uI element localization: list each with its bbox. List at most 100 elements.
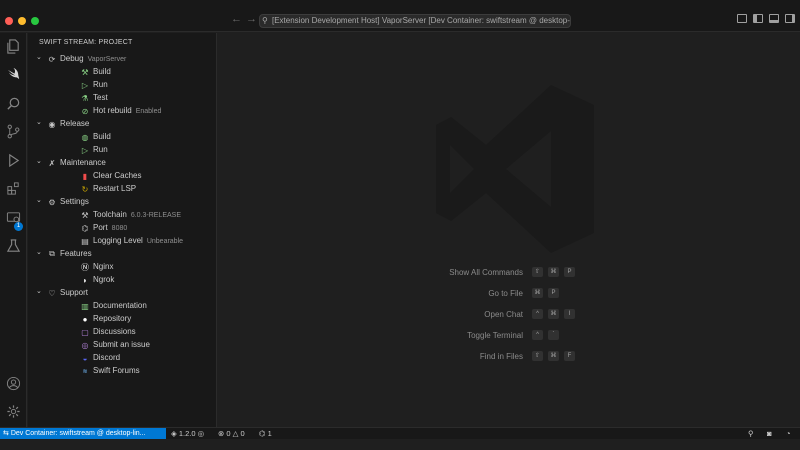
- keycap: ⌘: [548, 309, 559, 319]
- copilot-icon[interactable]: ◙: [767, 428, 772, 439]
- testing-icon[interactable]: [6, 238, 21, 253]
- tree-item-debug-test[interactable]: ⚗ Test: [28, 92, 217, 105]
- title-bar: ← → ⚲ [Extension Development Host] Vapor…: [0, 0, 800, 32]
- maximize-window-button[interactable]: [31, 17, 39, 25]
- swift-stream-icon[interactable]: [6, 67, 21, 82]
- accounts-icon[interactable]: [6, 376, 21, 391]
- forward-arrow-icon[interactable]: →: [246, 13, 257, 25]
- item-label: Repository: [93, 314, 132, 323]
- close-window-button[interactable]: [5, 17, 13, 25]
- notifications-bell-icon[interactable]: ◔: [786, 428, 791, 439]
- source-control-icon[interactable]: [6, 124, 21, 139]
- toggle-sidebar-icon[interactable]: [753, 14, 763, 23]
- manage-gear-icon[interactable]: [6, 404, 21, 419]
- chevron-down-icon: ⌄: [36, 197, 42, 204]
- shortcut-label: Open Chat: [484, 310, 523, 319]
- extensions-icon: ⧉: [49, 249, 55, 258]
- book-icon: ▥: [81, 301, 89, 311]
- item-label: Build: [93, 132, 111, 141]
- extensions-icon[interactable]: [6, 181, 21, 196]
- tree-item-port[interactable]: ⌬ Port 8080: [28, 222, 217, 235]
- chevron-down-icon: ⌄: [36, 158, 42, 165]
- group-label: Features: [60, 249, 92, 258]
- tree-item-discord[interactable]: ◒ Discord: [28, 352, 217, 365]
- tree-group-release[interactable]: ⌄ ◉ Release: [28, 118, 217, 131]
- item-label: Toolchain: [93, 210, 127, 219]
- problems-item[interactable]: ⊗ 0 △ 0: [218, 428, 245, 439]
- item-description: 8080: [111, 225, 128, 232]
- group-label: Release: [60, 119, 90, 128]
- keycap: ⇧: [532, 267, 543, 277]
- tree-group-debug[interactable]: ⌄ ⟳ Debug VaporServer: [28, 53, 217, 66]
- explorer-icon[interactable]: [6, 39, 21, 54]
- debug-icon: ⟳: [48, 54, 56, 64]
- shortcut-go-to-file[interactable]: Go to File ⌘ P: [408, 288, 708, 300]
- tree-item-repository[interactable]: ● Repository: [28, 313, 217, 326]
- tree-item-documentation[interactable]: ▥ Documentation: [28, 300, 217, 313]
- swift-stream-sidebar: SWIFT STREAM: PROJECT ⌄ ⟳ Debug VaporServ…: [28, 33, 217, 427]
- tree-item-toolchain[interactable]: ⚒ Toolchain 6.0.3-RELEASE: [28, 209, 217, 222]
- port-icon: ⌬: [81, 223, 89, 233]
- customize-layout-icon[interactable]: [737, 14, 747, 23]
- remote-explorer-icon[interactable]: [6, 210, 21, 225]
- shortcut-label: Toggle Terminal: [467, 331, 523, 340]
- layout-controls: [737, 14, 795, 23]
- keycap: I: [564, 309, 575, 319]
- ports-item[interactable]: ⌬ 1: [259, 428, 272, 439]
- toggle-panel-icon[interactable]: [769, 14, 779, 23]
- issue-icon: ◎: [81, 340, 89, 350]
- tree-item-ngrok[interactable]: ◗ Ngrok: [28, 274, 217, 287]
- tree-item-release-build[interactable]: ◍ Build: [28, 131, 217, 144]
- shortcut-find-in-files[interactable]: Find in Files ⇧ ⌘ F: [408, 351, 708, 363]
- comments-icon: ▢: [81, 327, 89, 337]
- tree-group-features[interactable]: ⌄ ⧉ Features: [28, 248, 217, 261]
- vscode-watermark-icon: [436, 85, 594, 253]
- version-item[interactable]: ◈ 1.2.0 ◎: [171, 428, 204, 439]
- tree-item-logging-level[interactable]: ▤ Logging Level Unbearable: [28, 235, 217, 248]
- item-label: Port: [93, 223, 108, 232]
- back-arrow-icon[interactable]: ←: [231, 13, 242, 25]
- remote-indicator[interactable]: ⇆ Dev Container: swiftstream @ desktop-l…: [0, 428, 166, 439]
- tree-item-nginx[interactable]: Ⓝ Nginx: [28, 261, 217, 274]
- tree-item-debug-build[interactable]: ⚒ Build: [28, 66, 217, 79]
- restart-icon: ↻: [81, 184, 89, 194]
- item-label: Documentation: [93, 301, 147, 310]
- shortcut-open-chat[interactable]: Open Chat ^ ⌘ I: [408, 309, 708, 321]
- tree-item-debug-run[interactable]: ▷ Run: [28, 79, 217, 92]
- tree-item-restart-lsp[interactable]: ↻ Restart LSP: [28, 183, 217, 196]
- zoom-icon[interactable]: ⚲: [748, 428, 754, 439]
- tree-item-submit-issue[interactable]: ◎ Submit an issue: [28, 339, 217, 352]
- tree-item-swift-forums[interactable]: ≋ Swift Forums: [28, 365, 217, 378]
- keycap: ⌘: [548, 267, 559, 277]
- item-label: Discord: [93, 353, 121, 362]
- tree-item-clear-caches[interactable]: ▮ Clear Caches: [28, 170, 217, 183]
- tree-group-maintenance[interactable]: ⌄ ✗ Maintenance: [28, 157, 217, 170]
- warning-icon: △: [232, 429, 241, 438]
- watch-icon: ◎: [195, 429, 205, 438]
- bottom-spacer: [0, 439, 800, 450]
- item-label: Test: [93, 93, 108, 102]
- ports-icon: ⌬: [259, 429, 268, 438]
- tree-group-support[interactable]: ⌄ ♡ Support: [28, 287, 217, 300]
- eye-icon: ◉: [48, 119, 56, 129]
- toggle-secondary-sidebar-icon[interactable]: [785, 14, 795, 23]
- item-label: Logging Level: [93, 236, 143, 245]
- editor-area[interactable]: Show All Commands ⇧ ⌘ P Go to File ⌘ P O…: [218, 33, 800, 427]
- tools-icon: ✗: [48, 158, 56, 168]
- shortcut-label: Go to File: [488, 289, 523, 298]
- log-icon: ▤: [81, 236, 89, 246]
- vscode-window: ← → ⚲ [Extension Development Host] Vapor…: [0, 0, 800, 450]
- minimize-window-button[interactable]: [18, 17, 26, 25]
- tree-item-hot-rebuild[interactable]: ⊘ Hot rebuild Enabled: [28, 105, 217, 118]
- tree-group-settings[interactable]: ⌄ ⚙ Settings: [28, 196, 217, 209]
- shortcut-toggle-terminal[interactable]: Toggle Terminal ^ `: [408, 330, 708, 342]
- hammer-icon: ⚒: [81, 67, 89, 77]
- shortcut-show-all-commands[interactable]: Show All Commands ⇧ ⌘ P: [408, 267, 708, 279]
- tree-item-discussions[interactable]: ▢ Discussions: [28, 326, 217, 339]
- tree-item-release-run[interactable]: ▷ Run: [28, 144, 217, 157]
- run-debug-icon[interactable]: [6, 153, 21, 168]
- search-icon[interactable]: [6, 96, 21, 111]
- chevron-down-icon: ⌄: [36, 288, 42, 295]
- command-center-search[interactable]: ⚲ [Extension Development Host] VaporServ…: [259, 14, 571, 28]
- item-label: Clear Caches: [93, 171, 142, 180]
